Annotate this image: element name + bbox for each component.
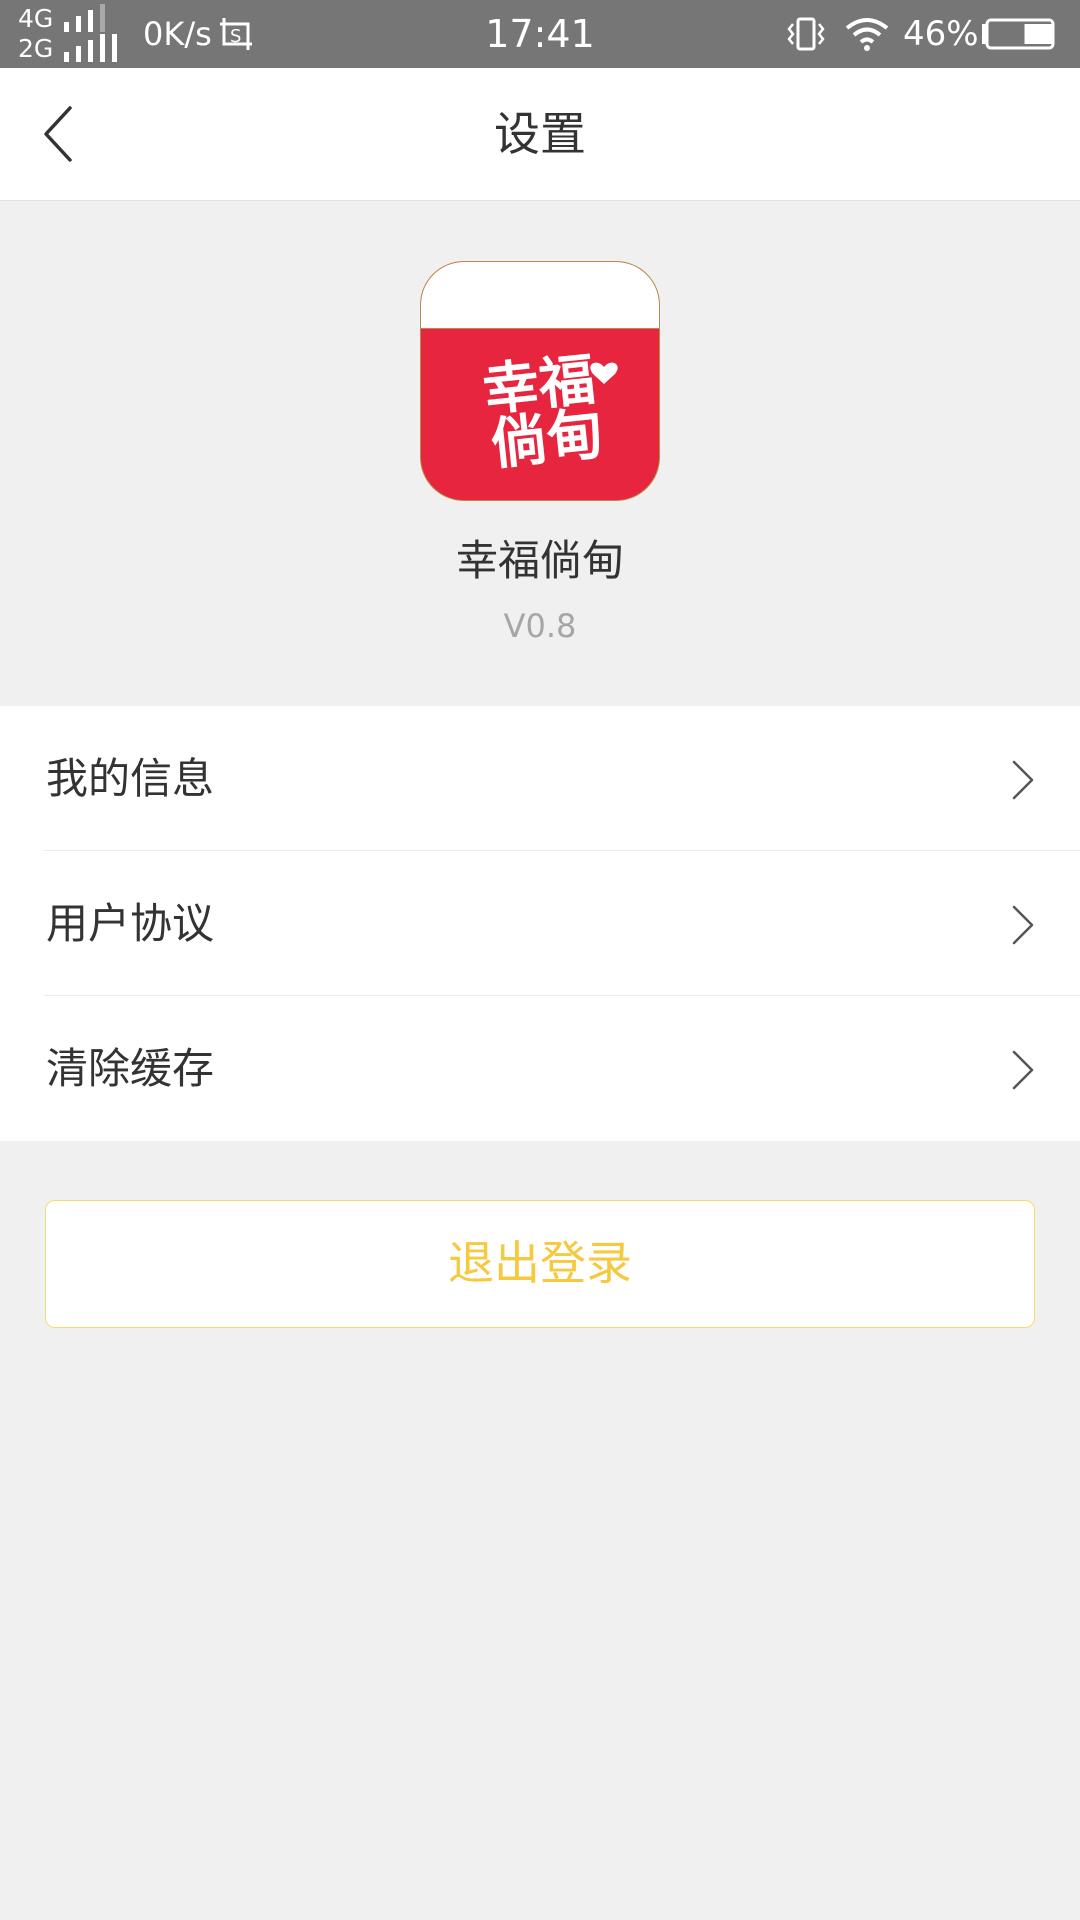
- menu-item-clear-cache[interactable]: 清除缓存: [0, 996, 1080, 1141]
- nav-bar: 设置: [0, 68, 1080, 201]
- page-title: 设置: [494, 107, 586, 161]
- network-indicator: 4G 2G: [18, 4, 128, 66]
- battery-percent: 46%: [903, 14, 979, 54]
- app-name: 幸福倘甸: [455, 536, 624, 585]
- chevron-right-icon: [1012, 905, 1034, 945]
- settings-menu: 我的信息 用户协议 清除缓存: [0, 706, 1080, 1141]
- battery-icon: [982, 18, 1055, 50]
- vibrate-icon: [787, 17, 825, 51]
- network-row-2g: 2G: [18, 34, 128, 64]
- app-info: 幸福 倘甸 幸福倘甸 V0.8: [0, 201, 1080, 706]
- network-type-2g: 2G: [18, 34, 54, 63]
- wifi-icon: [845, 18, 889, 51]
- network-row-4g: 4G: [18, 4, 128, 34]
- logo-text-line2: 倘甸: [488, 401, 606, 477]
- menu-item-label: 清除缓存: [46, 1044, 215, 1093]
- back-arrow-icon[interactable]: [30, 98, 90, 170]
- status-bar: 4G 2G 0K/s S 17:41 46%: [0, 0, 1080, 68]
- chevron-right-icon: [1012, 760, 1034, 800]
- signal-icon: [64, 34, 124, 62]
- clock: 17:41: [485, 12, 595, 56]
- menu-item-label: 用户协议: [46, 899, 215, 948]
- app-version: V0.8: [503, 607, 577, 645]
- menu-item-my-info[interactable]: 我的信息: [0, 706, 1080, 851]
- menu-item-user-agreement[interactable]: 用户协议: [0, 851, 1080, 996]
- signal-icon: [64, 4, 124, 32]
- menu-item-label: 我的信息: [46, 754, 215, 803]
- screenshot-icon: S: [220, 18, 252, 50]
- chevron-right-icon: [1012, 1050, 1034, 1090]
- network-type-4g: 4G: [18, 4, 54, 33]
- network-speed: 0K/s: [143, 15, 212, 53]
- logout-button[interactable]: 退出登录: [45, 1200, 1035, 1328]
- app-logo: 幸福 倘甸: [420, 261, 660, 501]
- svg-text:S: S: [230, 26, 241, 47]
- logo-glyph: 幸福 倘甸: [480, 347, 618, 478]
